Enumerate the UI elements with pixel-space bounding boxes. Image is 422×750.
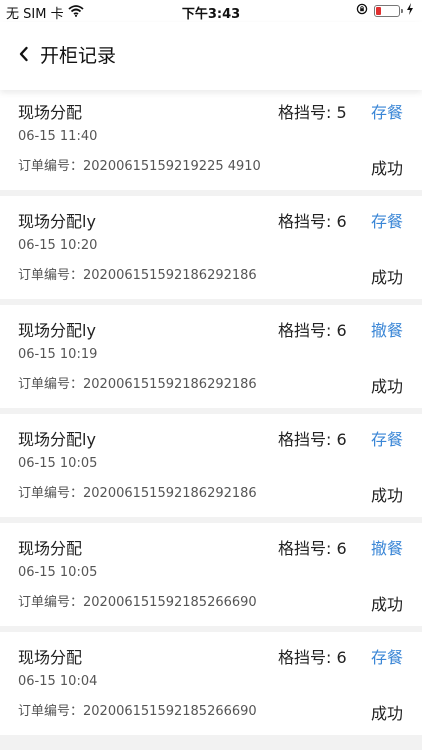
record-card[interactable]: 现场分配ly 格挡号: 6 存餐 06-15 10:20 订单编号：202006… bbox=[0, 196, 422, 299]
record-card[interactable]: 现场分配 格挡号: 6 撤餐 06-15 10:05 订单编号：20200615… bbox=[0, 523, 422, 626]
record-title: 现场分配ly bbox=[18, 321, 96, 340]
record-time: 06-15 10:05 bbox=[18, 565, 98, 580]
record-action: 存餐 bbox=[371, 648, 404, 667]
record-card[interactable]: 现场分配ly 格挡号: 6 存餐 06-15 10:05 订单编号：202006… bbox=[0, 414, 422, 517]
record-slot: 格挡号: 6 bbox=[278, 539, 347, 558]
page-title: 开柜记录 bbox=[40, 45, 117, 67]
record-time: 06-15 11:40 bbox=[18, 129, 98, 144]
record-slot: 格挡号: 6 bbox=[278, 648, 347, 667]
record-status: 成功 bbox=[371, 595, 404, 614]
record-status: 成功 bbox=[371, 377, 404, 396]
record-status: 成功 bbox=[371, 159, 404, 178]
record-time: 06-15 10:04 bbox=[18, 674, 98, 689]
status-bar: 无 SIM 卡 下午3:43 bbox=[0, 0, 422, 22]
record-slot: 格挡号: 6 bbox=[278, 212, 347, 231]
record-time: 06-15 10:05 bbox=[18, 456, 98, 471]
record-status: 成功 bbox=[371, 268, 404, 287]
record-title: 现场分配 bbox=[18, 103, 83, 122]
record-status: 成功 bbox=[371, 486, 404, 505]
record-card[interactable]: 现场分配 格挡号: 5 存餐 06-15 11:40 订单编号：20200615… bbox=[0, 90, 422, 190]
record-title: 现场分配 bbox=[18, 539, 83, 558]
navigation-bar: 开柜记录 bbox=[0, 22, 422, 90]
record-order-number: 订单编号：202006151592185266690 bbox=[18, 704, 257, 719]
record-list[interactable]: 现场分配 格挡号: 5 存餐 06-15 11:40 订单编号：20200615… bbox=[0, 90, 422, 750]
back-button[interactable] bbox=[14, 42, 34, 70]
battery-icon bbox=[374, 5, 403, 17]
record-order-number: 订单编号：202006151592186292186 bbox=[18, 486, 257, 501]
record-title: 现场分配ly bbox=[18, 430, 96, 449]
record-status: 成功 bbox=[371, 704, 404, 723]
orientation-lock-icon bbox=[356, 3, 368, 19]
chevron-left-icon bbox=[18, 46, 30, 66]
record-card[interactable]: 现场分配 格挡号: 6 存餐 06-15 10:04 订单编号：20200615… bbox=[0, 632, 422, 735]
record-action: 撤餐 bbox=[371, 321, 404, 340]
record-title: 现场分配 bbox=[18, 648, 83, 667]
record-action: 存餐 bbox=[371, 212, 404, 231]
record-title: 现场分配ly bbox=[18, 212, 96, 231]
record-order-number: 订单编号：20200615159219225 4910 bbox=[18, 159, 261, 174]
record-action: 撤餐 bbox=[371, 539, 404, 558]
record-order-number: 订单编号：202006151592185266690 bbox=[18, 595, 257, 610]
record-action: 存餐 bbox=[371, 103, 404, 122]
battery-cap bbox=[401, 9, 403, 13]
record-slot: 格挡号: 6 bbox=[278, 430, 347, 449]
battery-level bbox=[376, 7, 381, 15]
record-slot: 格挡号: 5 bbox=[278, 103, 347, 122]
record-slot: 格挡号: 6 bbox=[278, 321, 347, 340]
record-card[interactable]: 现场分配ly 格挡号: 6 撤餐 06-15 10:19 订单编号：202006… bbox=[0, 305, 422, 408]
record-action: 存餐 bbox=[371, 430, 404, 449]
status-bar-right bbox=[356, 3, 414, 19]
record-time: 06-15 10:19 bbox=[18, 347, 98, 362]
record-order-number: 订单编号：202006151592186292186 bbox=[18, 377, 257, 392]
charging-bolt-icon bbox=[406, 3, 414, 19]
record-order-number: 订单编号：202006151592186292186 bbox=[18, 268, 257, 283]
record-time: 06-15 10:20 bbox=[18, 238, 98, 253]
